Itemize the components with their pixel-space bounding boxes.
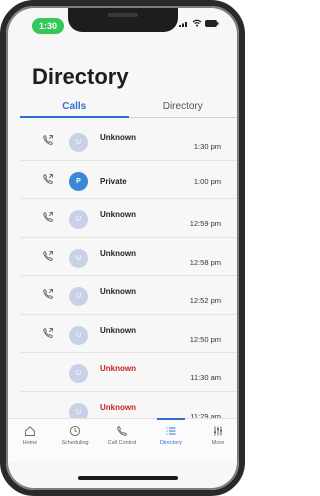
outgoing-call-icon: [42, 134, 54, 145]
outgoing-call-icon: [42, 250, 54, 261]
call-time: 11:30 am: [190, 373, 221, 382]
outgoing-call-icon: [42, 327, 54, 338]
tabbar-scheduling[interactable]: Scheduling: [57, 425, 93, 446]
bottom-tab-bar: Home Scheduling Call Control Directory M…: [6, 418, 239, 462]
tabbar-label: More: [211, 440, 225, 446]
status-time: 1:30: [32, 18, 64, 34]
tabbar-home[interactable]: Home: [12, 425, 48, 446]
caller-name: Unknown: [100, 133, 136, 142]
caller-name: Unknown: [100, 210, 136, 219]
battery-icon: [205, 19, 219, 27]
tab-directory[interactable]: Directory: [128, 98, 237, 118]
caller-name: Unknown: [100, 287, 136, 296]
status-icons: [179, 19, 219, 27]
caller-name: Unknown: [100, 364, 136, 373]
call-time: 12:58 pm: [189, 257, 221, 267]
tabbar-more[interactable]: More: [200, 425, 236, 446]
tabbar-label: Home: [22, 440, 38, 446]
call-time: 12:59 pm: [189, 219, 221, 228]
signal-icon: [179, 21, 187, 27]
tabbar-directory[interactable]: Directory: [153, 418, 189, 446]
phone-frame: 1:30 Directory Calls Directory U Unknown…: [0, 0, 245, 496]
call-row-missed[interactable]: U Unknown 11:30 am: [20, 353, 237, 392]
list-icon: [166, 427, 176, 435]
tab-calls[interactable]: Calls: [20, 98, 129, 118]
wifi-icon: [192, 19, 202, 27]
tabbar-label: Directory: [159, 440, 182, 446]
avatar: U: [69, 210, 88, 229]
call-row[interactable]: U Unknown 1:30 pm: [20, 122, 237, 161]
clock-icon: [69, 425, 81, 437]
notch: [68, 6, 178, 32]
tabbar-label: Scheduling: [61, 440, 89, 446]
call-row[interactable]: U Unknown 12:52 pm: [20, 276, 237, 315]
tabbar-label: Call Control: [107, 440, 137, 446]
call-time: 1:30 pm: [193, 142, 221, 151]
caller-name: Unknown: [100, 402, 136, 412]
avatar: U: [69, 287, 88, 306]
call-time: 1:00 pm: [193, 176, 221, 186]
avatar: U: [69, 248, 88, 268]
call-row[interactable]: P Private 1:00 pm: [20, 161, 237, 199]
page-title: Directory: [32, 64, 129, 89]
segmented-tabs: Calls Directory: [20, 98, 237, 118]
calls-list: U Unknown 1:30 pm P Private 1:00 pm U Un…: [20, 122, 237, 430]
avatar: U: [69, 364, 88, 383]
caller-name: Unknown: [100, 325, 136, 335]
avatar: P: [69, 171, 88, 191]
outgoing-call-icon: [42, 288, 54, 299]
sliders-icon: [214, 426, 222, 436]
caller-name: Private: [100, 176, 127, 186]
home-icon: [25, 426, 35, 436]
speaker: [108, 13, 138, 17]
outgoing-call-icon: [42, 173, 54, 184]
call-time: 12:50 pm: [189, 334, 221, 344]
call-row[interactable]: U Unknown 12:59 pm: [20, 199, 237, 238]
avatar: U: [69, 133, 88, 152]
call-row[interactable]: U Unknown 12:58 pm: [20, 238, 237, 276]
caller-name: Unknown: [100, 248, 136, 258]
status-bar: 1:30: [6, 6, 239, 40]
home-indicator: [78, 476, 178, 480]
avatar: U: [69, 325, 88, 345]
phone-icon: [116, 425, 128, 436]
tabbar-call-control[interactable]: Call Control: [104, 425, 140, 446]
outgoing-call-icon: [42, 211, 54, 222]
call-row[interactable]: U Unknown 12:50 pm: [20, 315, 237, 353]
call-time: 12:52 pm: [189, 296, 221, 305]
